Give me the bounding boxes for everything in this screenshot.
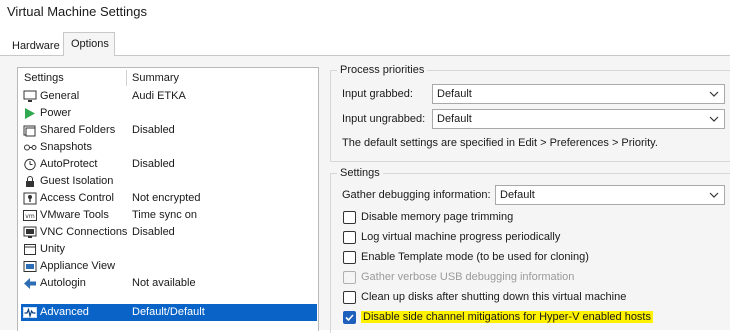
checkbox-label: Clean up disks after shutting down this … bbox=[361, 291, 627, 303]
list-item-autoprotect[interactable]: AutoProtect Disabled bbox=[21, 156, 317, 173]
tab-strip: Hardware Options bbox=[0, 32, 730, 56]
dropdown-value: Default bbox=[500, 189, 535, 201]
item-name: VMware Tools bbox=[40, 209, 109, 221]
item-summary: Disabled bbox=[132, 124, 175, 136]
chevron-down-icon bbox=[708, 113, 720, 125]
list-item-vnc-connections[interactable]: VNC Connections Disabled bbox=[21, 224, 317, 241]
input-grabbed-dropdown[interactable]: Default bbox=[432, 84, 725, 104]
item-summary: Not encrypted bbox=[132, 192, 201, 204]
lock-icon bbox=[23, 175, 37, 188]
item-summary: Disabled bbox=[132, 226, 175, 238]
checkbox-box[interactable] bbox=[343, 211, 356, 224]
list-item-access-control[interactable]: Access Control Not encrypted bbox=[21, 190, 317, 207]
svg-text:vm: vm bbox=[25, 213, 35, 220]
list-item-guest-isolation[interactable]: Guest Isolation bbox=[21, 173, 317, 190]
header-separator[interactable] bbox=[126, 70, 127, 86]
group-title: Process priorities bbox=[337, 64, 428, 76]
play-icon bbox=[23, 107, 37, 120]
checkbox-box bbox=[343, 271, 356, 284]
item-name: General bbox=[40, 90, 80, 102]
checkbox-box[interactable] bbox=[343, 251, 356, 264]
item-name: Advanced bbox=[40, 306, 89, 318]
checkbox-box[interactable] bbox=[343, 291, 356, 304]
item-name: Shared Folders bbox=[40, 124, 116, 136]
item-name: Access Control bbox=[40, 192, 114, 204]
snapshot-icon bbox=[23, 141, 37, 154]
list-item-autologin[interactable]: Autologin Not available bbox=[21, 275, 317, 292]
window-title: Virtual Machine Settings bbox=[7, 4, 147, 19]
settings-group: Settings Gather debugging information: D… bbox=[330, 167, 730, 333]
header-settings[interactable]: Settings bbox=[24, 72, 64, 84]
vmware-tools-icon: vm bbox=[23, 209, 37, 222]
debug-info-dropdown[interactable]: Default bbox=[495, 185, 725, 205]
list-item-appliance-view[interactable]: Appliance View bbox=[21, 258, 317, 275]
item-summary: Not available bbox=[132, 277, 196, 289]
chevron-down-icon bbox=[708, 88, 720, 100]
list-item-advanced[interactable]: Advanced Default/Default bbox=[21, 304, 317, 321]
priority-note: The default settings are specified in Ed… bbox=[342, 137, 658, 149]
tab-options[interactable]: Options bbox=[63, 32, 115, 56]
chevron-down-icon bbox=[708, 189, 720, 201]
vnc-icon bbox=[23, 226, 37, 239]
unity-icon bbox=[23, 243, 37, 256]
checkbox-box[interactable] bbox=[343, 311, 356, 324]
list-item-shared-folders[interactable]: Shared Folders Disabled bbox=[21, 122, 317, 139]
input-ungrabbed-dropdown[interactable]: Default bbox=[432, 109, 725, 129]
item-summary: Default/Default bbox=[132, 306, 205, 318]
autologin-icon bbox=[23, 277, 37, 290]
checkbox-label: Enable Template mode (to be used for clo… bbox=[361, 251, 589, 263]
checkbox-label: Disable side channel mitigations for Hyp… bbox=[361, 311, 653, 323]
header-summary[interactable]: Summary bbox=[132, 72, 179, 84]
debug-info-label: Gather debugging information: bbox=[342, 189, 491, 201]
access-control-icon bbox=[23, 192, 37, 205]
dropdown-value: Default bbox=[437, 113, 472, 125]
input-grabbed-label: Input grabbed: bbox=[342, 88, 413, 100]
item-name: AutoProtect bbox=[40, 158, 98, 170]
item-name: Autologin bbox=[40, 277, 86, 289]
title-bar: Virtual Machine Settings bbox=[0, 0, 730, 28]
group-title: Settings bbox=[337, 167, 383, 179]
appliance-icon bbox=[23, 260, 37, 273]
checkbox-label: Gather verbose USB debugging information bbox=[361, 271, 575, 283]
item-name: Appliance View bbox=[40, 260, 116, 272]
process-priorities-group: Process priorities Input grabbed: Defaul… bbox=[330, 64, 730, 162]
options-panel: Settings Summary General Audi ETKA Power… bbox=[0, 55, 730, 333]
advanced-icon bbox=[23, 306, 37, 319]
item-name: Snapshots bbox=[40, 141, 92, 153]
dropdown-value: Default bbox=[437, 88, 472, 100]
monitor-icon bbox=[23, 90, 37, 103]
tab-hardware[interactable]: Hardware bbox=[5, 35, 63, 56]
item-name: VNC Connections bbox=[40, 226, 128, 238]
list-item-general[interactable]: General Audi ETKA bbox=[21, 88, 317, 105]
checkbox-label: Disable memory page trimming bbox=[361, 211, 514, 223]
item-summary: Audi ETKA bbox=[132, 90, 186, 102]
checkbox-box[interactable] bbox=[343, 231, 356, 244]
item-name: Guest Isolation bbox=[40, 175, 114, 187]
list-item-snapshots[interactable]: Snapshots bbox=[21, 139, 317, 156]
item-name: Unity bbox=[40, 243, 66, 255]
input-ungrabbed-label: Input ungrabbed: bbox=[342, 113, 426, 125]
item-summary: Disabled bbox=[132, 158, 175, 170]
list-item-unity[interactable]: Unity bbox=[21, 241, 317, 258]
shared-folder-icon bbox=[23, 124, 37, 137]
item-summary: Time sync on bbox=[132, 209, 198, 221]
checkbox-label: Log virtual machine progress periodicall… bbox=[361, 231, 561, 243]
list-header: Settings Summary bbox=[18, 68, 318, 88]
settings-list[interactable]: Settings Summary General Audi ETKA Power… bbox=[17, 67, 319, 331]
list-item-power[interactable]: Power bbox=[21, 105, 317, 122]
list-item-vmware-tools[interactable]: vm VMware Tools Time sync on bbox=[21, 207, 317, 224]
autoprotect-icon bbox=[23, 158, 37, 171]
item-name: Power bbox=[40, 107, 72, 119]
